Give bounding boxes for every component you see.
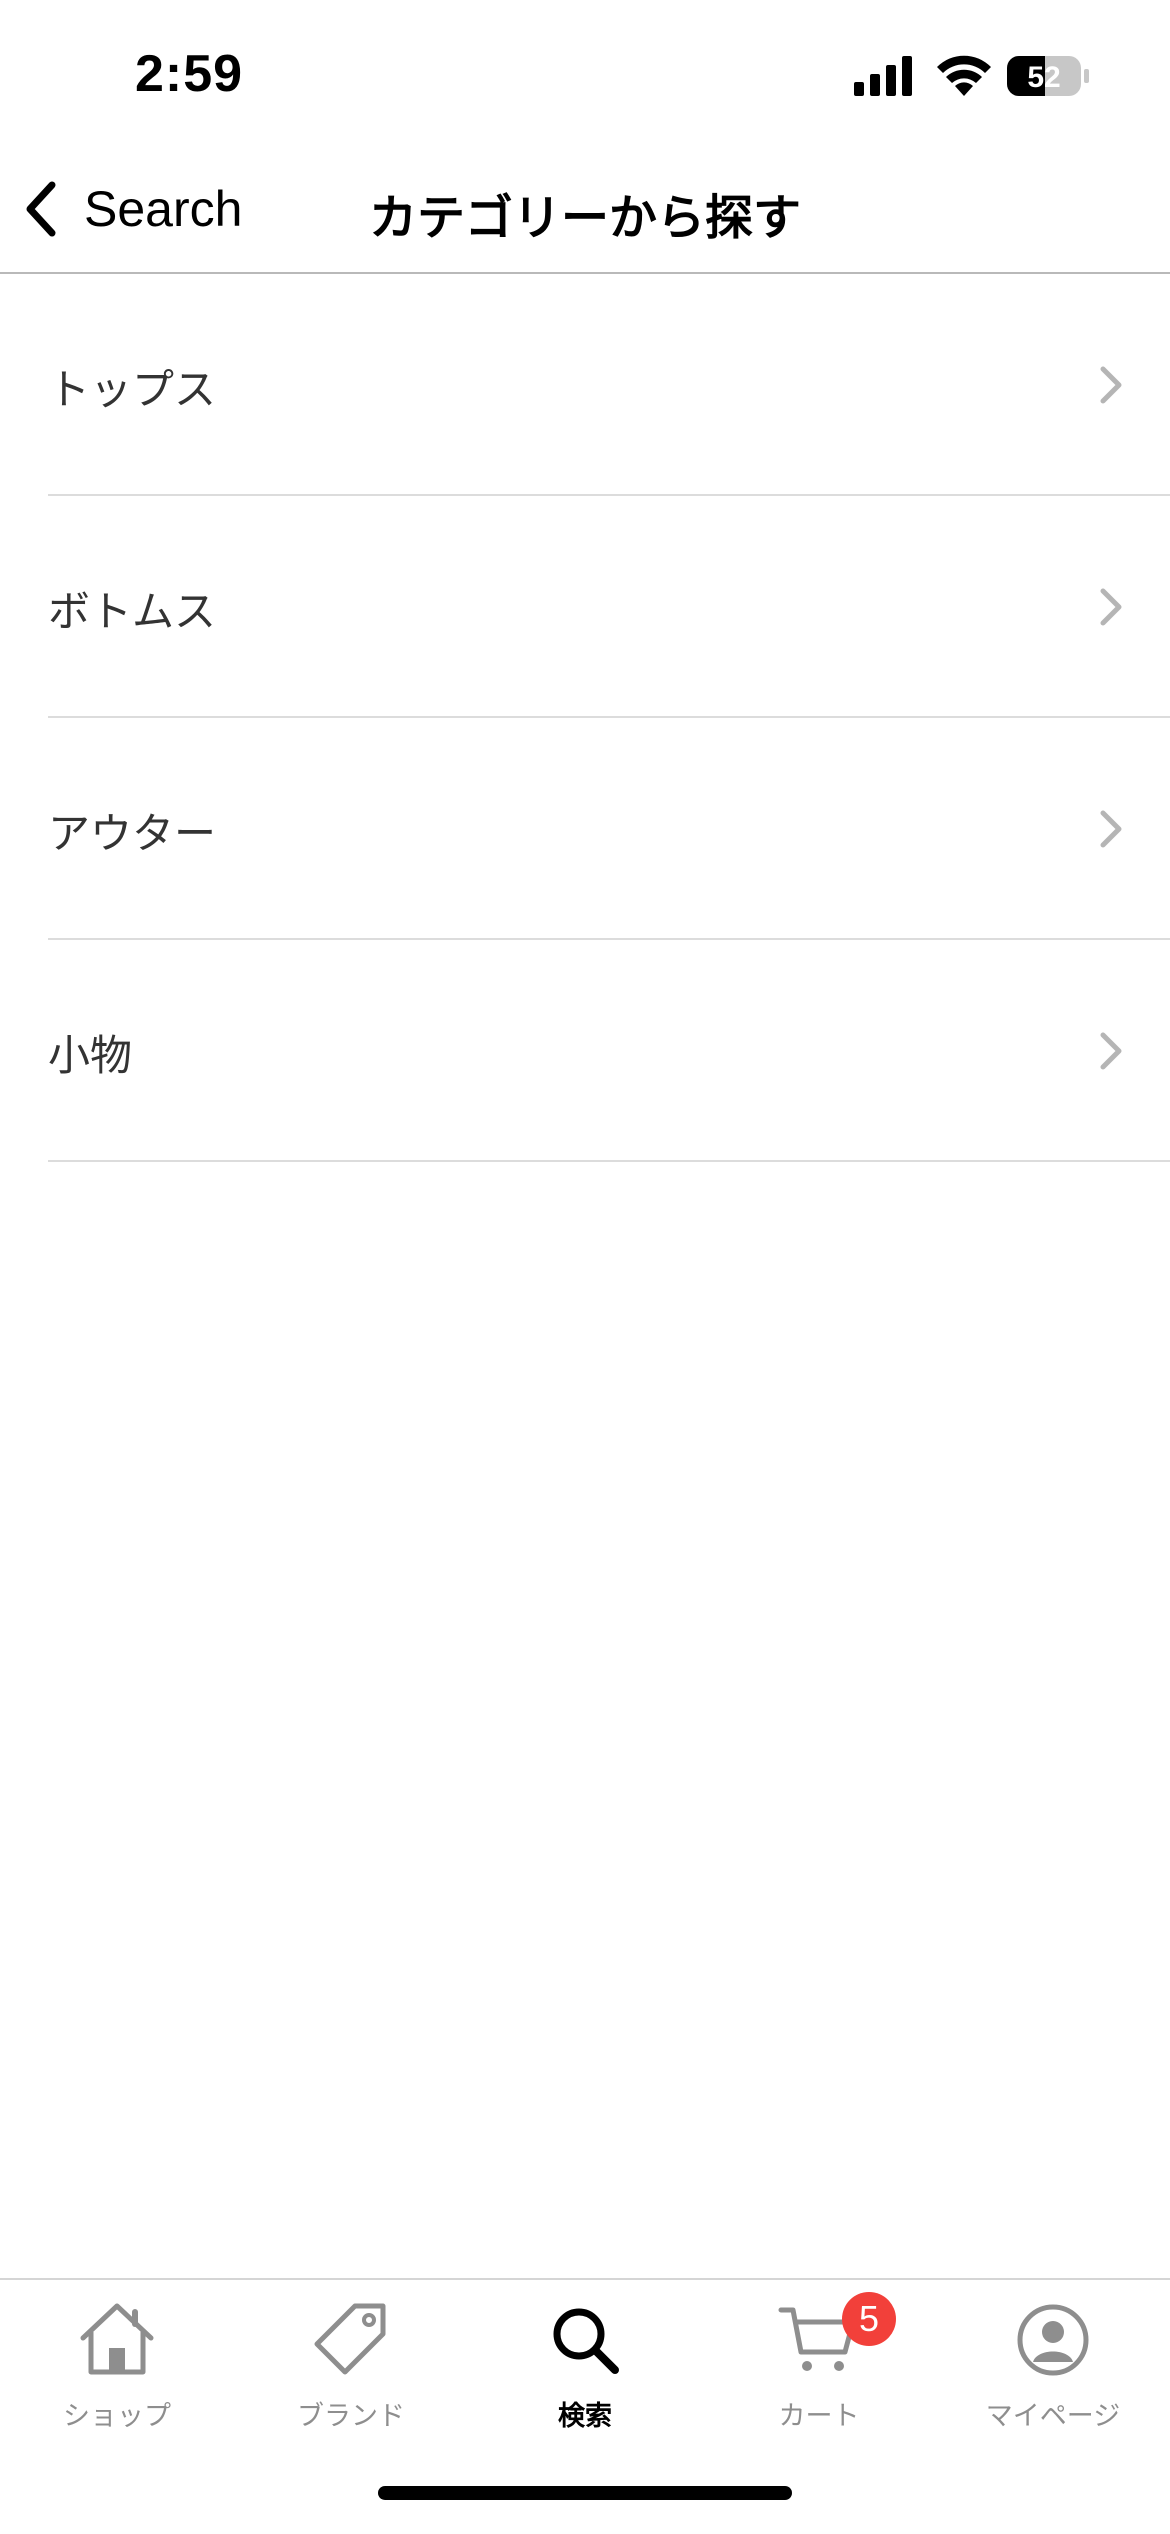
tab-label: マイページ — [985, 2401, 1121, 2432]
category-item-accessories[interactable]: 小物 — [48, 940, 1170, 1162]
home-icon — [80, 2303, 154, 2375]
profile-icon — [1017, 2304, 1089, 2376]
tab-search[interactable]: 検索 — [468, 2298, 702, 2432]
cellular-signal-icon — [854, 56, 912, 96]
status-bar: 2:59 52 — [0, 0, 1170, 150]
battery-level-text: 52 — [1027, 61, 1060, 94]
tab-label: ショップ — [63, 2401, 171, 2432]
tab-cart[interactable]: 5 カート — [702, 2292, 936, 2432]
tab-label: カート — [778, 2401, 860, 2432]
status-time: 2:59 — [135, 45, 244, 103]
battery-icon: 52 — [1007, 56, 1089, 96]
wifi-icon — [937, 55, 991, 96]
home-indicator — [378, 2486, 792, 2500]
search-icon — [553, 2308, 619, 2374]
category-label: 小物 — [48, 1031, 133, 1080]
category-list: トップス ボトムス アウター 小物 — [0, 274, 1170, 1162]
cart-badge: 5 — [842, 2292, 896, 2346]
category-label: ボトムス — [48, 587, 217, 636]
navigation-bar: Search カテゴリーから探す — [0, 150, 1170, 274]
tab-brand[interactable]: ブランド — [234, 2298, 468, 2432]
category-item-bottoms[interactable]: ボトムス — [48, 496, 1170, 718]
category-label: トップス — [48, 365, 217, 414]
category-label: アウター — [48, 809, 217, 858]
tag-icon — [314, 2303, 386, 2375]
category-item-outerwear[interactable]: アウター — [48, 718, 1170, 940]
tab-shop[interactable]: ショップ — [0, 2298, 234, 2432]
chevron-right-icon — [1100, 810, 1122, 848]
chevron-right-icon — [1100, 1032, 1122, 1070]
tab-label: 検索 — [558, 2401, 612, 2432]
category-item-tops[interactable]: トップス — [48, 274, 1170, 496]
chevron-right-icon — [1100, 366, 1122, 404]
page-title: カテゴリーから探す — [368, 190, 801, 246]
tab-label: ブランド — [297, 2401, 405, 2432]
tab-mypage[interactable]: マイページ — [936, 2298, 1170, 2432]
chevron-right-icon — [1100, 588, 1122, 626]
